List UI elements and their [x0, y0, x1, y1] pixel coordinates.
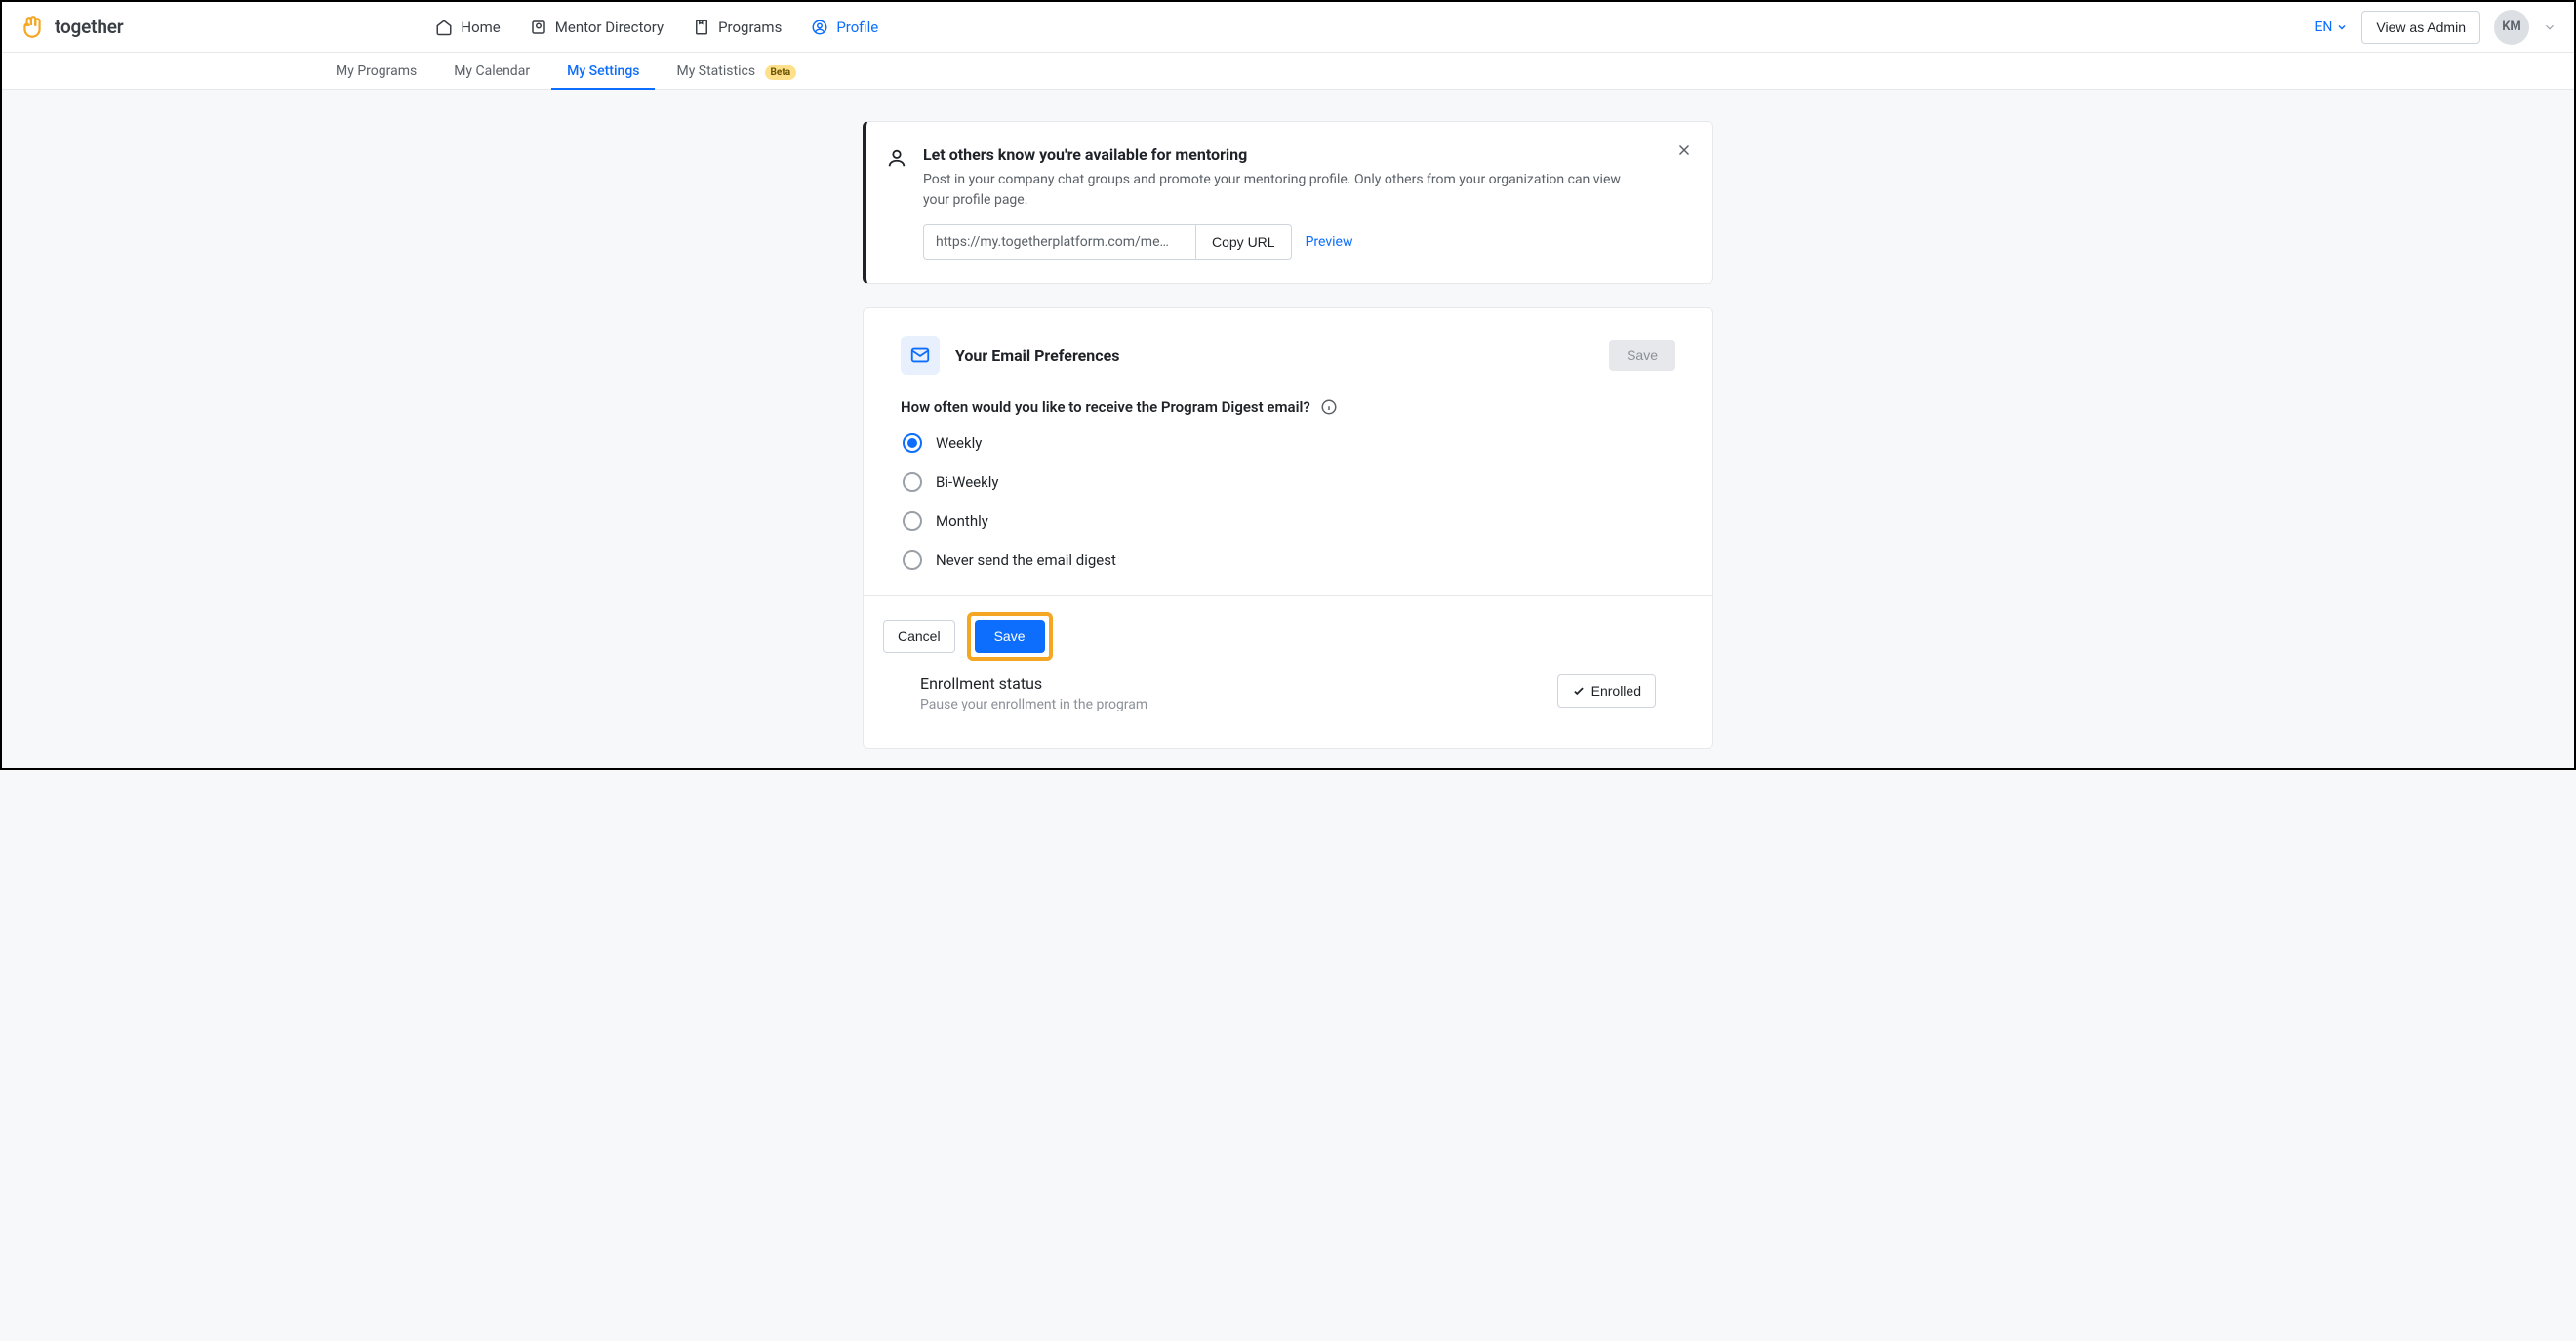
home-icon: [435, 19, 453, 36]
url-row: https://my.togetherplatform.com/me… Copy…: [923, 224, 1626, 260]
language-label: EN: [2314, 20, 2332, 35]
check-icon: [1572, 684, 1586, 698]
subnav-my-statistics[interactable]: My Statistics Beta: [672, 54, 800, 89]
beta-badge: Beta: [765, 65, 797, 80]
chevron-down-icon: [2336, 21, 2348, 33]
banner-desc: Post in your company chat groups and pro…: [923, 170, 1626, 211]
digest-frequency-radio-group: Weekly Bi-Weekly Monthly Never send the …: [901, 433, 1675, 570]
radio-biweekly-label: Bi-Weekly: [936, 473, 998, 491]
nav-mentor-directory-label: Mentor Directory: [555, 19, 664, 36]
person-icon: [886, 147, 907, 169]
nav-programs[interactable]: Programs: [693, 19, 782, 36]
radio-monthly[interactable]: Monthly: [903, 511, 1675, 531]
brand-text: together: [55, 16, 123, 38]
avatar[interactable]: KM: [2494, 10, 2529, 45]
avatar-chevron-icon[interactable]: [2543, 20, 2556, 34]
topbar-right: EN View as Admin KM: [2314, 10, 2556, 45]
digest-question: How often would you like to receive the …: [901, 398, 1310, 416]
subnav-my-programs[interactable]: My Programs: [332, 54, 421, 89]
hand-wave-icon: [20, 15, 45, 40]
email-preferences-card: Your Email Preferences Save How often wo…: [863, 307, 1713, 749]
subnav-my-settings[interactable]: My Settings: [563, 54, 643, 89]
directory-icon: [530, 19, 547, 36]
save-button[interactable]: Save: [975, 620, 1045, 653]
language-selector[interactable]: EN: [2314, 20, 2348, 35]
logo[interactable]: together: [20, 15, 123, 40]
mail-icon-box: [901, 336, 940, 375]
save-button-disabled: Save: [1609, 340, 1675, 371]
nav-home-label: Home: [461, 19, 500, 36]
subnav-my-statistics-label: My Statistics: [676, 63, 755, 79]
enrollment-desc: Pause your enrollment in the program: [920, 697, 1147, 712]
preview-link[interactable]: Preview: [1306, 234, 1353, 250]
nav-home[interactable]: Home: [435, 19, 500, 36]
banner-close-button[interactable]: [1675, 142, 1693, 163]
topbar: together Home Mentor Directory Programs …: [2, 2, 2574, 53]
enrollment-title: Enrollment status: [920, 674, 1147, 693]
profile-url-input[interactable]: https://my.togetherplatform.com/me…: [923, 224, 1196, 260]
main-nav: Home Mentor Directory Programs Profile: [435, 19, 878, 36]
radio-biweekly[interactable]: Bi-Weekly: [903, 472, 1675, 492]
copy-url-button[interactable]: Copy URL: [1196, 224, 1292, 260]
actions-row: Cancel Save: [864, 595, 1712, 678]
profile-icon: [811, 19, 828, 36]
nav-profile-label: Profile: [836, 19, 878, 36]
nav-profile[interactable]: Profile: [811, 19, 878, 36]
radio-weekly[interactable]: Weekly: [903, 433, 1675, 453]
view-as-admin-button[interactable]: View as Admin: [2361, 11, 2480, 44]
radio-never-label: Never send the email digest: [936, 551, 1116, 569]
enrollment-row: Enrollment status Pause your enrollment …: [901, 674, 1675, 730]
enrollment-text: Enrollment status Pause your enrollment …: [920, 674, 1147, 712]
close-icon: [1675, 142, 1693, 159]
mentoring-banner: Let others know you're available for men…: [863, 121, 1713, 284]
enrolled-button[interactable]: Enrolled: [1557, 674, 1656, 708]
subnav: My Programs My Calendar My Settings My S…: [2, 53, 2574, 90]
radio-never[interactable]: Never send the email digest: [903, 550, 1675, 570]
cancel-button[interactable]: Cancel: [883, 620, 955, 653]
prefs-title: Your Email Preferences: [955, 346, 1119, 365]
radio-monthly-label: Monthly: [936, 512, 988, 530]
save-highlight: Save: [967, 612, 1053, 661]
prefs-header: Your Email Preferences Save: [901, 336, 1675, 375]
subnav-my-calendar[interactable]: My Calendar: [450, 54, 534, 89]
info-icon[interactable]: [1320, 398, 1338, 416]
nav-mentor-directory[interactable]: Mentor Directory: [530, 19, 664, 36]
enrolled-label: Enrolled: [1591, 683, 1641, 699]
banner-title: Let others know you're available for men…: [923, 145, 1626, 164]
digest-question-row: How often would you like to receive the …: [901, 398, 1675, 416]
mail-icon: [909, 345, 931, 366]
radio-weekly-label: Weekly: [936, 434, 982, 452]
nav-programs-label: Programs: [718, 19, 782, 36]
programs-icon: [693, 19, 710, 36]
content: Let others know you're available for men…: [2, 90, 2574, 768]
banner-body: Let others know you're available for men…: [923, 145, 1626, 260]
